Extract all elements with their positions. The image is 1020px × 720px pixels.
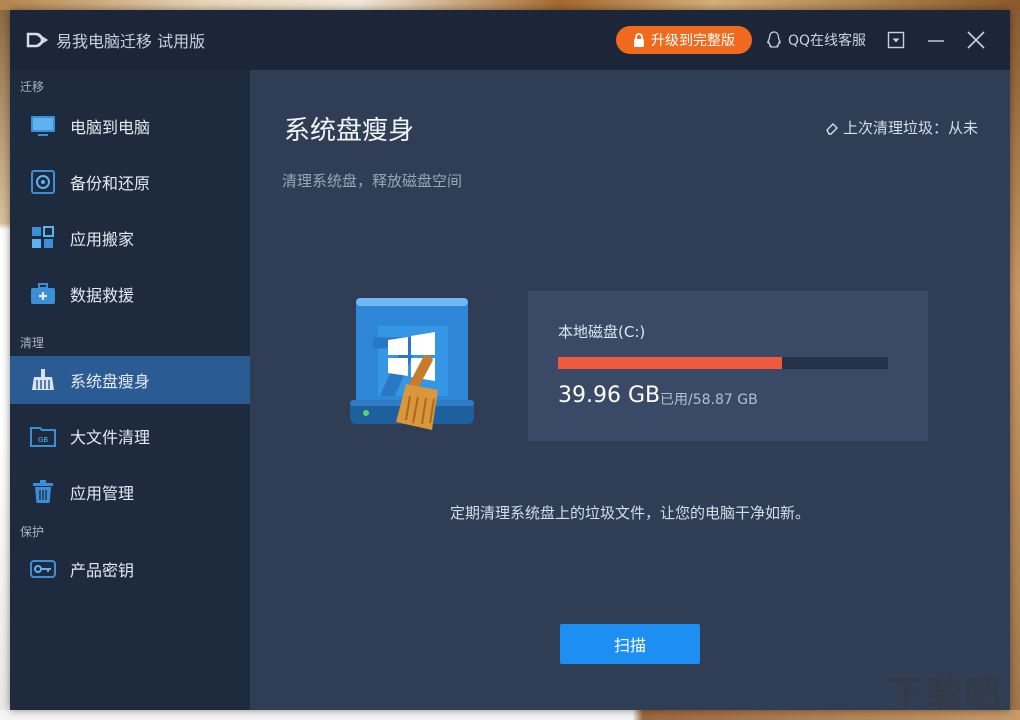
monitor-icon [31,116,55,136]
apps-icon [32,226,54,248]
upgrade-label: 升级到完整版 [651,33,735,49]
sidebar-item-data-rescue[interactable]: 数据救援 [10,270,250,318]
sidebar-item-app-migration[interactable]: 应用搬家 [10,214,250,262]
desktop-background [0,0,1020,10]
disk-usage-bar [558,357,888,369]
sidebar-item-label: 数据救援 [70,286,135,305]
disk-usage-fill [558,357,783,369]
sidebar-item-product-key[interactable]: 产品密钥 [10,545,250,593]
minimize-icon[interactable] [926,30,946,50]
disk-used-total: 已用/58.87 GB [660,392,758,408]
sidebar-item-label: 电脑到电脑 [70,118,151,137]
key-icon [30,560,56,578]
sidebar-item-label: 应用搬家 [70,230,135,249]
qq-support-link[interactable]: QQ在线客服 [766,30,866,50]
section-label-clean: 清理 [20,336,45,350]
sidebar-item-system-slim[interactable]: 系统盘瘦身 [10,356,250,404]
desktop-background-left [0,10,10,720]
app-logo-icon [26,32,48,48]
last-clean-text: 上次清理垃圾：从未 [842,119,978,137]
disk-name: 本地磁盘(C:) [558,323,646,341]
support-label: QQ在线客服 [788,33,867,49]
svg-text:GB: GB [38,436,48,444]
broom-icon [32,369,54,390]
disk-used-value: 39.96 GB [558,383,661,408]
upgrade-button[interactable]: 升级到完整版 [616,26,752,54]
qq-icon [767,31,781,48]
eraser-icon [826,122,838,135]
svg-text:下载吧: 下载吧 [888,674,1002,715]
section-label-migrate: 迁移 [20,80,45,94]
app-title: 易我电脑迁移 试用版 [56,32,206,51]
lock-icon [634,33,644,47]
close-icon[interactable] [966,30,986,50]
watermark-logo-graphic: 下载吧 [888,674,1002,715]
dropdown-menu-icon[interactable] [886,30,906,50]
sidebar-item-label: 备份和还原 [70,174,151,193]
disk-info-card: 本地磁盘(C:) 39.96 GB 已用/58.87 GB [528,291,928,441]
desktop-background-right [1010,10,1020,720]
sidebar: 迁移 电脑到电脑 备份和还原 应用搬家 数据救援 清理 系统盘瘦身 GB 大文件… [10,70,250,710]
desktop-background-bottom [0,710,1020,720]
sidebar-item-large-file-clean[interactable]: GB 大文件清理 [10,412,250,460]
main-panel: 系统盘瘦身 清理系统盘，释放磁盘空间 上次清理垃圾：从未 7 本地 [250,70,1010,710]
backup-icon [31,170,55,194]
section-label-protect: 保护 [20,525,45,539]
title-bar[interactable]: 易我电脑迁移 试用版 升级到完整版 QQ在线客服 [10,10,1010,70]
sidebar-item-backup-restore[interactable]: 备份和还原 [10,158,250,206]
app-window: 易我电脑迁移 试用版 升级到完整版 QQ在线客服 迁移 电脑到电脑 备份和还原 … [10,10,1010,710]
sidebar-item-label: 应用管理 [70,484,135,503]
sidebar-item-label: 大文件清理 [70,428,151,447]
scan-button[interactable]: 扫描 [560,624,700,664]
watermark-logo: 下载吧 [884,664,1010,720]
last-clean-status: 上次清理垃圾：从未 [825,117,978,138]
page-title: 系统盘瘦身 [284,116,415,146]
rescue-kit-icon [31,283,55,304]
sidebar-item-label: 产品密钥 [70,561,135,580]
sidebar-item-label: 系统盘瘦身 [70,372,151,391]
drive-clean-illustration: 7 [350,298,474,430]
page-subtitle: 清理系统盘，释放磁盘空间 [282,172,463,190]
sidebar-item-pc-to-pc[interactable]: 电脑到电脑 [10,102,250,150]
folder-gb-icon: GB [30,427,56,447]
cleanup-tip: 定期清理系统盘上的垃圾文件，让您的电脑干净如新。 [449,504,810,522]
trash-icon [33,480,53,503]
sidebar-item-app-manage[interactable]: 应用管理 [10,468,250,516]
